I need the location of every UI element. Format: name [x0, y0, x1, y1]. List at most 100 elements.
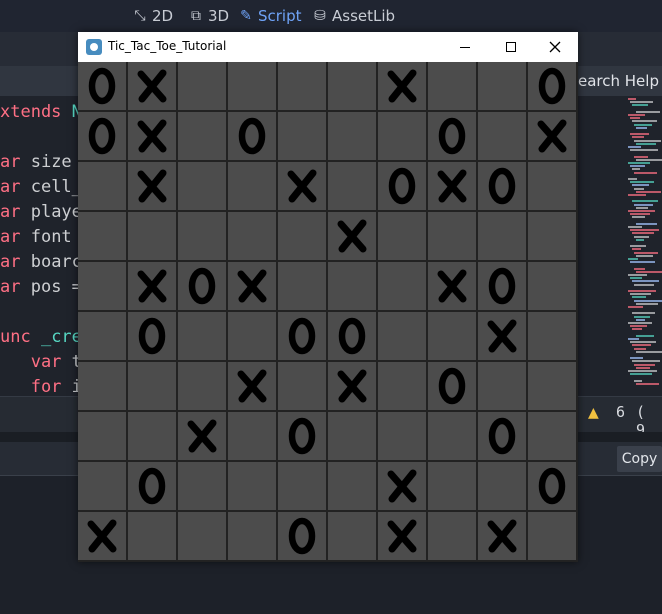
board-cell[interactable]: O — [378, 162, 428, 212]
board-cell[interactable] — [478, 362, 528, 412]
board-cell[interactable]: X — [178, 412, 228, 462]
board-cell[interactable] — [78, 412, 128, 462]
board-cell[interactable] — [178, 512, 228, 562]
board-cell[interactable] — [428, 412, 478, 462]
board-cell[interactable]: X — [428, 162, 478, 212]
copy-button[interactable]: Copy — [617, 446, 662, 472]
board-cell[interactable] — [478, 112, 528, 162]
board-cell[interactable]: O — [178, 262, 228, 312]
board-cell[interactable] — [178, 362, 228, 412]
board-cell[interactable] — [528, 262, 578, 312]
board-cell[interactable]: O — [478, 412, 528, 462]
board-cell[interactable] — [78, 262, 128, 312]
board-cell[interactable] — [228, 62, 278, 112]
board-cell[interactable]: X — [128, 62, 178, 112]
board-cell[interactable] — [428, 212, 478, 262]
board-cell[interactable] — [278, 262, 328, 312]
board-cell[interactable] — [178, 162, 228, 212]
board-cell[interactable]: O — [78, 62, 128, 112]
board-cell[interactable]: X — [478, 512, 528, 562]
board-cell[interactable] — [528, 412, 578, 462]
search-help-button[interactable]: earch Help — [578, 72, 659, 90]
board-cell[interactable] — [328, 62, 378, 112]
mode-assetlib-button[interactable]: ⛁ AssetLib — [312, 6, 395, 26]
board-cell[interactable] — [128, 512, 178, 562]
board-cell[interactable] — [278, 212, 328, 262]
board-cell[interactable] — [78, 212, 128, 262]
board-cell[interactable] — [328, 512, 378, 562]
board-cell[interactable] — [328, 162, 378, 212]
board-cell[interactable] — [378, 212, 428, 262]
board-cell[interactable] — [478, 212, 528, 262]
board-cell[interactable] — [178, 462, 228, 512]
board-cell[interactable]: X — [78, 512, 128, 562]
board-cell[interactable] — [278, 62, 328, 112]
board-cell[interactable]: O — [78, 112, 128, 162]
board-cell[interactable]: X — [378, 462, 428, 512]
board-cell[interactable] — [328, 412, 378, 462]
board-cell[interactable]: X — [128, 262, 178, 312]
board-cell[interactable]: O — [278, 412, 328, 462]
warning-icon[interactable]: ▲ — [588, 405, 599, 421]
board-cell[interactable]: X — [328, 212, 378, 262]
mode-2d-button[interactable]: ⤡ 2D — [132, 6, 173, 26]
board-cell[interactable] — [328, 112, 378, 162]
board-cell[interactable] — [128, 362, 178, 412]
board-cell[interactable]: X — [478, 312, 528, 362]
board-cell[interactable] — [328, 262, 378, 312]
board-cell[interactable] — [278, 462, 328, 512]
board-cell[interactable] — [78, 462, 128, 512]
maximize-button[interactable] — [488, 32, 534, 62]
board-cell[interactable] — [378, 312, 428, 362]
board-cell[interactable]: X — [228, 362, 278, 412]
board-cell[interactable]: O — [428, 362, 478, 412]
board-cell[interactable] — [228, 212, 278, 262]
board-cell[interactable] — [378, 112, 428, 162]
board-cell[interactable]: X — [278, 162, 328, 212]
board-cell[interactable] — [228, 162, 278, 212]
minimize-button[interactable] — [442, 32, 488, 62]
board-cell[interactable] — [178, 212, 228, 262]
board-cell[interactable] — [278, 362, 328, 412]
board-cell[interactable]: O — [278, 512, 328, 562]
board-cell[interactable] — [78, 362, 128, 412]
board-cell[interactable] — [128, 212, 178, 262]
board-cell[interactable] — [178, 112, 228, 162]
board-cell[interactable] — [178, 312, 228, 362]
board-cell[interactable] — [428, 512, 478, 562]
window-titlebar[interactable]: Tic_Tac_Toe_Tutorial — [78, 32, 578, 62]
board-cell[interactable] — [378, 412, 428, 462]
board-cell[interactable] — [378, 362, 428, 412]
board-cell[interactable]: O — [428, 112, 478, 162]
board-cell[interactable] — [228, 462, 278, 512]
board-cell[interactable] — [178, 62, 228, 112]
mode-3d-button[interactable]: ⧉ 3D — [188, 6, 229, 26]
board-cell[interactable] — [428, 462, 478, 512]
board-cell[interactable]: O — [528, 62, 578, 112]
board-cell[interactable] — [428, 312, 478, 362]
board-cell[interactable]: X — [328, 362, 378, 412]
board-cell[interactable]: O — [128, 462, 178, 512]
board-cell[interactable]: X — [128, 162, 178, 212]
board-cell[interactable] — [328, 462, 378, 512]
board-cell[interactable]: O — [478, 262, 528, 312]
board-cell[interactable] — [228, 412, 278, 462]
board-cell[interactable] — [228, 512, 278, 562]
board-cell[interactable]: O — [478, 162, 528, 212]
board-cell[interactable] — [78, 162, 128, 212]
board-cell[interactable] — [528, 512, 578, 562]
mode-script-button[interactable]: ✎ Script — [238, 6, 301, 26]
board-cell[interactable] — [128, 412, 178, 462]
board-cell[interactable]: O — [278, 312, 328, 362]
board-cell[interactable]: O — [228, 112, 278, 162]
board-cell[interactable]: O — [528, 462, 578, 512]
board-cell[interactable]: O — [128, 312, 178, 362]
board-cell[interactable]: X — [428, 262, 478, 312]
board-cell[interactable] — [528, 362, 578, 412]
board-cell[interactable]: X — [378, 62, 428, 112]
board-cell[interactable] — [478, 462, 528, 512]
board-cell[interactable] — [528, 312, 578, 362]
board-cell[interactable]: X — [378, 512, 428, 562]
board-cell[interactable]: X — [128, 112, 178, 162]
board-cell[interactable] — [528, 162, 578, 212]
